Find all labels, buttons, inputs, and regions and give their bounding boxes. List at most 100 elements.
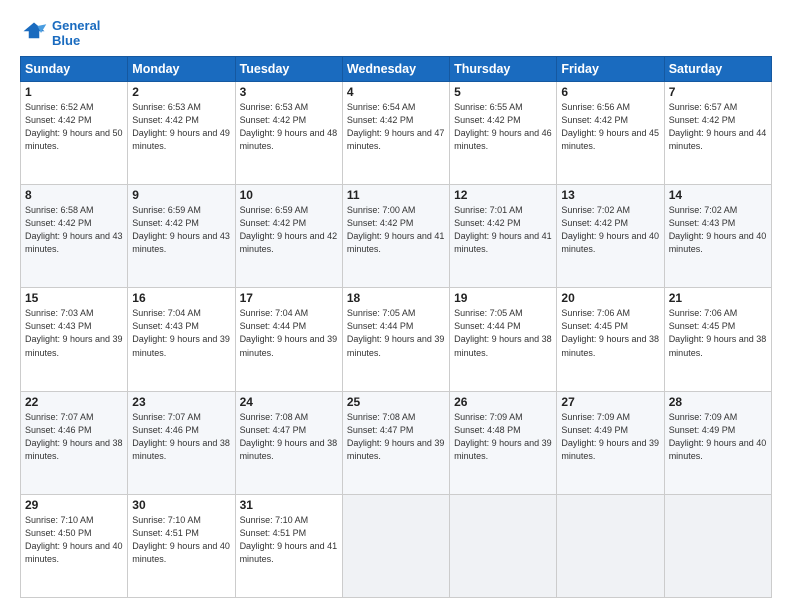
- day-number: 26: [454, 395, 552, 409]
- day-info: Sunrise: 7:00 AMSunset: 4:42 PMDaylight:…: [347, 204, 445, 256]
- day-info: Sunrise: 7:09 AMSunset: 4:49 PMDaylight:…: [669, 411, 767, 463]
- day-number: 30: [132, 498, 230, 512]
- day-number: 4: [347, 85, 445, 99]
- day-info: Sunrise: 7:09 AMSunset: 4:49 PMDaylight:…: [561, 411, 659, 463]
- calendar-day-cell: 21Sunrise: 7:06 AMSunset: 4:45 PMDayligh…: [664, 288, 771, 391]
- calendar-week-row: 29 Sunrise: 7:10 AMSunset: 4:50 PMDayligh…: [21, 494, 772, 597]
- calendar-day-cell: 28 Sunrise: 7:09 AMSunset: 4:49 PMDayligh…: [664, 391, 771, 494]
- day-number: 13: [561, 188, 659, 202]
- calendar-day-cell: 16 Sunrise: 7:04 AMSunset: 4:43 PMDayligh…: [128, 288, 235, 391]
- day-number: 10: [240, 188, 338, 202]
- day-info: Sunrise: 7:05 AMSunset: 4:44 PMDaylight:…: [454, 307, 552, 359]
- calendar-header-row: SundayMondayTuesdayWednesdayThursdayFrid…: [21, 57, 772, 82]
- calendar-header-thursday: Thursday: [450, 57, 557, 82]
- calendar-day-cell: 15 Sunrise: 7:03 AMSunset: 4:43 PMDayligh…: [21, 288, 128, 391]
- calendar-day-cell: 13 Sunrise: 7:02 AMSunset: 4:42 PMDayligh…: [557, 185, 664, 288]
- calendar-header-friday: Friday: [557, 57, 664, 82]
- calendar-day-cell: 20 Sunrise: 7:06 AMSunset: 4:45 PMDayligh…: [557, 288, 664, 391]
- day-info: Sunrise: 7:02 AMSunset: 4:42 PMDaylight:…: [561, 204, 659, 256]
- day-number: 25: [347, 395, 445, 409]
- day-number: 11: [347, 188, 445, 202]
- calendar-day-cell: 18 Sunrise: 7:05 AMSunset: 4:44 PMDayligh…: [342, 288, 449, 391]
- day-info: Sunrise: 6:58 AMSunset: 4:42 PMDaylight:…: [25, 204, 123, 256]
- calendar-day-cell: 23 Sunrise: 7:07 AMSunset: 4:46 PMDayligh…: [128, 391, 235, 494]
- calendar-day-cell: 8Sunrise: 6:58 AMSunset: 4:42 PMDaylight…: [21, 185, 128, 288]
- calendar-day-cell: 7 Sunrise: 6:57 AMSunset: 4:42 PMDaylight…: [664, 82, 771, 185]
- calendar-week-row: 22 Sunrise: 7:07 AMSunset: 4:46 PMDayligh…: [21, 391, 772, 494]
- day-number: 12: [454, 188, 552, 202]
- day-info: Sunrise: 7:08 AMSunset: 4:47 PMDaylight:…: [240, 411, 338, 463]
- calendar-day-cell: [342, 494, 449, 597]
- calendar-day-cell: 29 Sunrise: 7:10 AMSunset: 4:50 PMDayligh…: [21, 494, 128, 597]
- day-number: 19: [454, 291, 552, 305]
- calendar-day-cell: 5 Sunrise: 6:55 AMSunset: 4:42 PMDaylight…: [450, 82, 557, 185]
- calendar-day-cell: 4 Sunrise: 6:54 AMSunset: 4:42 PMDaylight…: [342, 82, 449, 185]
- calendar-table: SundayMondayTuesdayWednesdayThursdayFrid…: [20, 56, 772, 598]
- calendar-header-saturday: Saturday: [664, 57, 771, 82]
- day-number: 5: [454, 85, 552, 99]
- calendar-header-sunday: Sunday: [21, 57, 128, 82]
- day-info: Sunrise: 7:01 AMSunset: 4:42 PMDaylight:…: [454, 204, 552, 256]
- day-number: 20: [561, 291, 659, 305]
- day-info: Sunrise: 6:59 AMSunset: 4:42 PMDaylight:…: [240, 204, 338, 256]
- day-info: Sunrise: 6:56 AMSunset: 4:42 PMDaylight:…: [561, 101, 659, 153]
- day-info: Sunrise: 7:10 AMSunset: 4:51 PMDaylight:…: [132, 514, 230, 566]
- logo-text: General Blue: [52, 18, 100, 48]
- calendar-day-cell: 9Sunrise: 6:59 AMSunset: 4:42 PMDaylight…: [128, 185, 235, 288]
- day-info: Sunrise: 6:54 AMSunset: 4:42 PMDaylight:…: [347, 101, 445, 153]
- calendar-day-cell: 19 Sunrise: 7:05 AMSunset: 4:44 PMDayligh…: [450, 288, 557, 391]
- calendar-day-cell: 26 Sunrise: 7:09 AMSunset: 4:48 PMDayligh…: [450, 391, 557, 494]
- day-number: 31: [240, 498, 338, 512]
- day-info: Sunrise: 7:09 AMSunset: 4:48 PMDaylight:…: [454, 411, 552, 463]
- day-number: 9: [132, 188, 230, 202]
- day-info: Sunrise: 7:05 AMSunset: 4:44 PMDaylight:…: [347, 307, 445, 359]
- logo: General Blue: [20, 18, 100, 48]
- day-number: 23: [132, 395, 230, 409]
- calendar-day-cell: 11 Sunrise: 7:00 AMSunset: 4:42 PMDayligh…: [342, 185, 449, 288]
- calendar-week-row: 1Sunrise: 6:52 AMSunset: 4:42 PMDaylight…: [21, 82, 772, 185]
- day-info: Sunrise: 6:55 AMSunset: 4:42 PMDaylight:…: [454, 101, 552, 153]
- day-info: Sunrise: 7:08 AMSunset: 4:47 PMDaylight:…: [347, 411, 445, 463]
- day-info: Sunrise: 7:04 AMSunset: 4:43 PMDaylight:…: [132, 307, 230, 359]
- day-info: Sunrise: 7:06 AMSunset: 4:45 PMDaylight:…: [561, 307, 659, 359]
- calendar-day-cell: 17 Sunrise: 7:04 AMSunset: 4:44 PMDayligh…: [235, 288, 342, 391]
- header: General Blue: [20, 18, 772, 48]
- calendar-header-monday: Monday: [128, 57, 235, 82]
- calendar-day-cell: 3Sunrise: 6:53 AMSunset: 4:42 PMDaylight…: [235, 82, 342, 185]
- calendar-day-cell: [557, 494, 664, 597]
- day-number: 14: [669, 188, 767, 202]
- day-info: Sunrise: 7:10 AMSunset: 4:50 PMDaylight:…: [25, 514, 123, 566]
- day-number: 2: [132, 85, 230, 99]
- calendar-day-cell: 14Sunrise: 7:02 AMSunset: 4:43 PMDayligh…: [664, 185, 771, 288]
- page: General Blue SundayMondayTuesdayWednesda…: [0, 0, 792, 612]
- calendar-day-cell: 31 Sunrise: 7:10 AMSunset: 4:51 PMDayligh…: [235, 494, 342, 597]
- day-number: 28: [669, 395, 767, 409]
- calendar-day-cell: 25 Sunrise: 7:08 AMSunset: 4:47 PMDayligh…: [342, 391, 449, 494]
- day-number: 6: [561, 85, 659, 99]
- calendar-day-cell: 6 Sunrise: 6:56 AMSunset: 4:42 PMDaylight…: [557, 82, 664, 185]
- calendar-day-cell: 27Sunrise: 7:09 AMSunset: 4:49 PMDayligh…: [557, 391, 664, 494]
- day-number: 17: [240, 291, 338, 305]
- day-number: 16: [132, 291, 230, 305]
- day-number: 22: [25, 395, 123, 409]
- logo-icon: [20, 19, 48, 47]
- day-info: Sunrise: 7:03 AMSunset: 4:43 PMDaylight:…: [25, 307, 123, 359]
- calendar-day-cell: [664, 494, 771, 597]
- day-info: Sunrise: 7:07 AMSunset: 4:46 PMDaylight:…: [25, 411, 123, 463]
- calendar-day-cell: 10 Sunrise: 6:59 AMSunset: 4:42 PMDayligh…: [235, 185, 342, 288]
- day-info: Sunrise: 7:06 AMSunset: 4:45 PMDaylight:…: [669, 307, 767, 359]
- day-info: Sunrise: 6:53 AMSunset: 4:42 PMDaylight:…: [240, 101, 338, 153]
- day-info: Sunrise: 7:10 AMSunset: 4:51 PMDaylight:…: [240, 514, 338, 566]
- day-number: 15: [25, 291, 123, 305]
- calendar-day-cell: 30 Sunrise: 7:10 AMSunset: 4:51 PMDayligh…: [128, 494, 235, 597]
- day-info: Sunrise: 6:52 AMSunset: 4:42 PMDaylight:…: [25, 101, 123, 153]
- calendar-day-cell: 24Sunrise: 7:08 AMSunset: 4:47 PMDayligh…: [235, 391, 342, 494]
- day-number: 7: [669, 85, 767, 99]
- day-info: Sunrise: 6:57 AMSunset: 4:42 PMDaylight:…: [669, 101, 767, 153]
- day-number: 29: [25, 498, 123, 512]
- day-number: 18: [347, 291, 445, 305]
- day-info: Sunrise: 7:07 AMSunset: 4:46 PMDaylight:…: [132, 411, 230, 463]
- calendar-week-row: 8Sunrise: 6:58 AMSunset: 4:42 PMDaylight…: [21, 185, 772, 288]
- calendar-day-cell: 12 Sunrise: 7:01 AMSunset: 4:42 PMDayligh…: [450, 185, 557, 288]
- day-info: Sunrise: 7:04 AMSunset: 4:44 PMDaylight:…: [240, 307, 338, 359]
